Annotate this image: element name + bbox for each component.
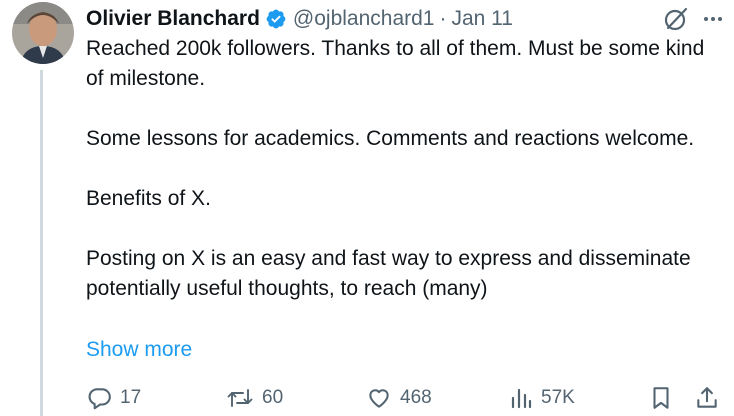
more-icon[interactable] [702,8,724,30]
repost-count: 60 [262,387,284,408]
share-button[interactable] [694,382,720,414]
avatar[interactable] [12,2,74,64]
author-handle[interactable]: @ojblanchard1 [293,7,435,31]
author-name[interactable]: Olivier Blanchard [86,7,260,31]
bookmark-icon [648,385,674,411]
bookmark-button[interactable] [648,382,674,414]
tweet-paragraph: Reached 200k followers. Thanks to all of… [86,37,705,90]
grok-icon[interactable] [662,5,690,33]
heart-icon [366,385,392,411]
view-count: 57K [541,387,575,408]
tweet-date[interactable]: Jan 11 [451,7,513,31]
tweet-header: Olivier Blanchard @ojblanchard1 · Jan 11 [86,4,513,34]
tweet-text: Reached 200k followers. Thanks to all of… [86,34,726,304]
tweet-paragraph: Benefits of X. [86,187,211,210]
header-separator: · [439,7,447,30]
tweet-paragraph: Some lessons for academics. Comments and… [86,127,695,150]
views-icon [509,385,533,411]
repost-button[interactable]: 60 [226,382,283,414]
reply-icon [86,385,112,411]
share-icon [694,385,720,411]
like-count: 468 [400,387,432,408]
views-button[interactable]: 57K [509,382,575,414]
show-more-link[interactable]: Show more [86,335,192,365]
tweet-paragraph: Posting on X is an easy and fast way to … [86,247,691,300]
verified-badge-icon[interactable] [265,8,287,30]
repost-icon [226,385,254,411]
reply-button[interactable]: 17 [86,382,141,414]
tweet-actions: 17 60 468 57K [86,382,726,414]
like-button[interactable]: 468 [366,382,432,414]
reply-count: 17 [120,387,142,408]
thread-line [40,70,43,416]
header-actions [662,4,724,34]
